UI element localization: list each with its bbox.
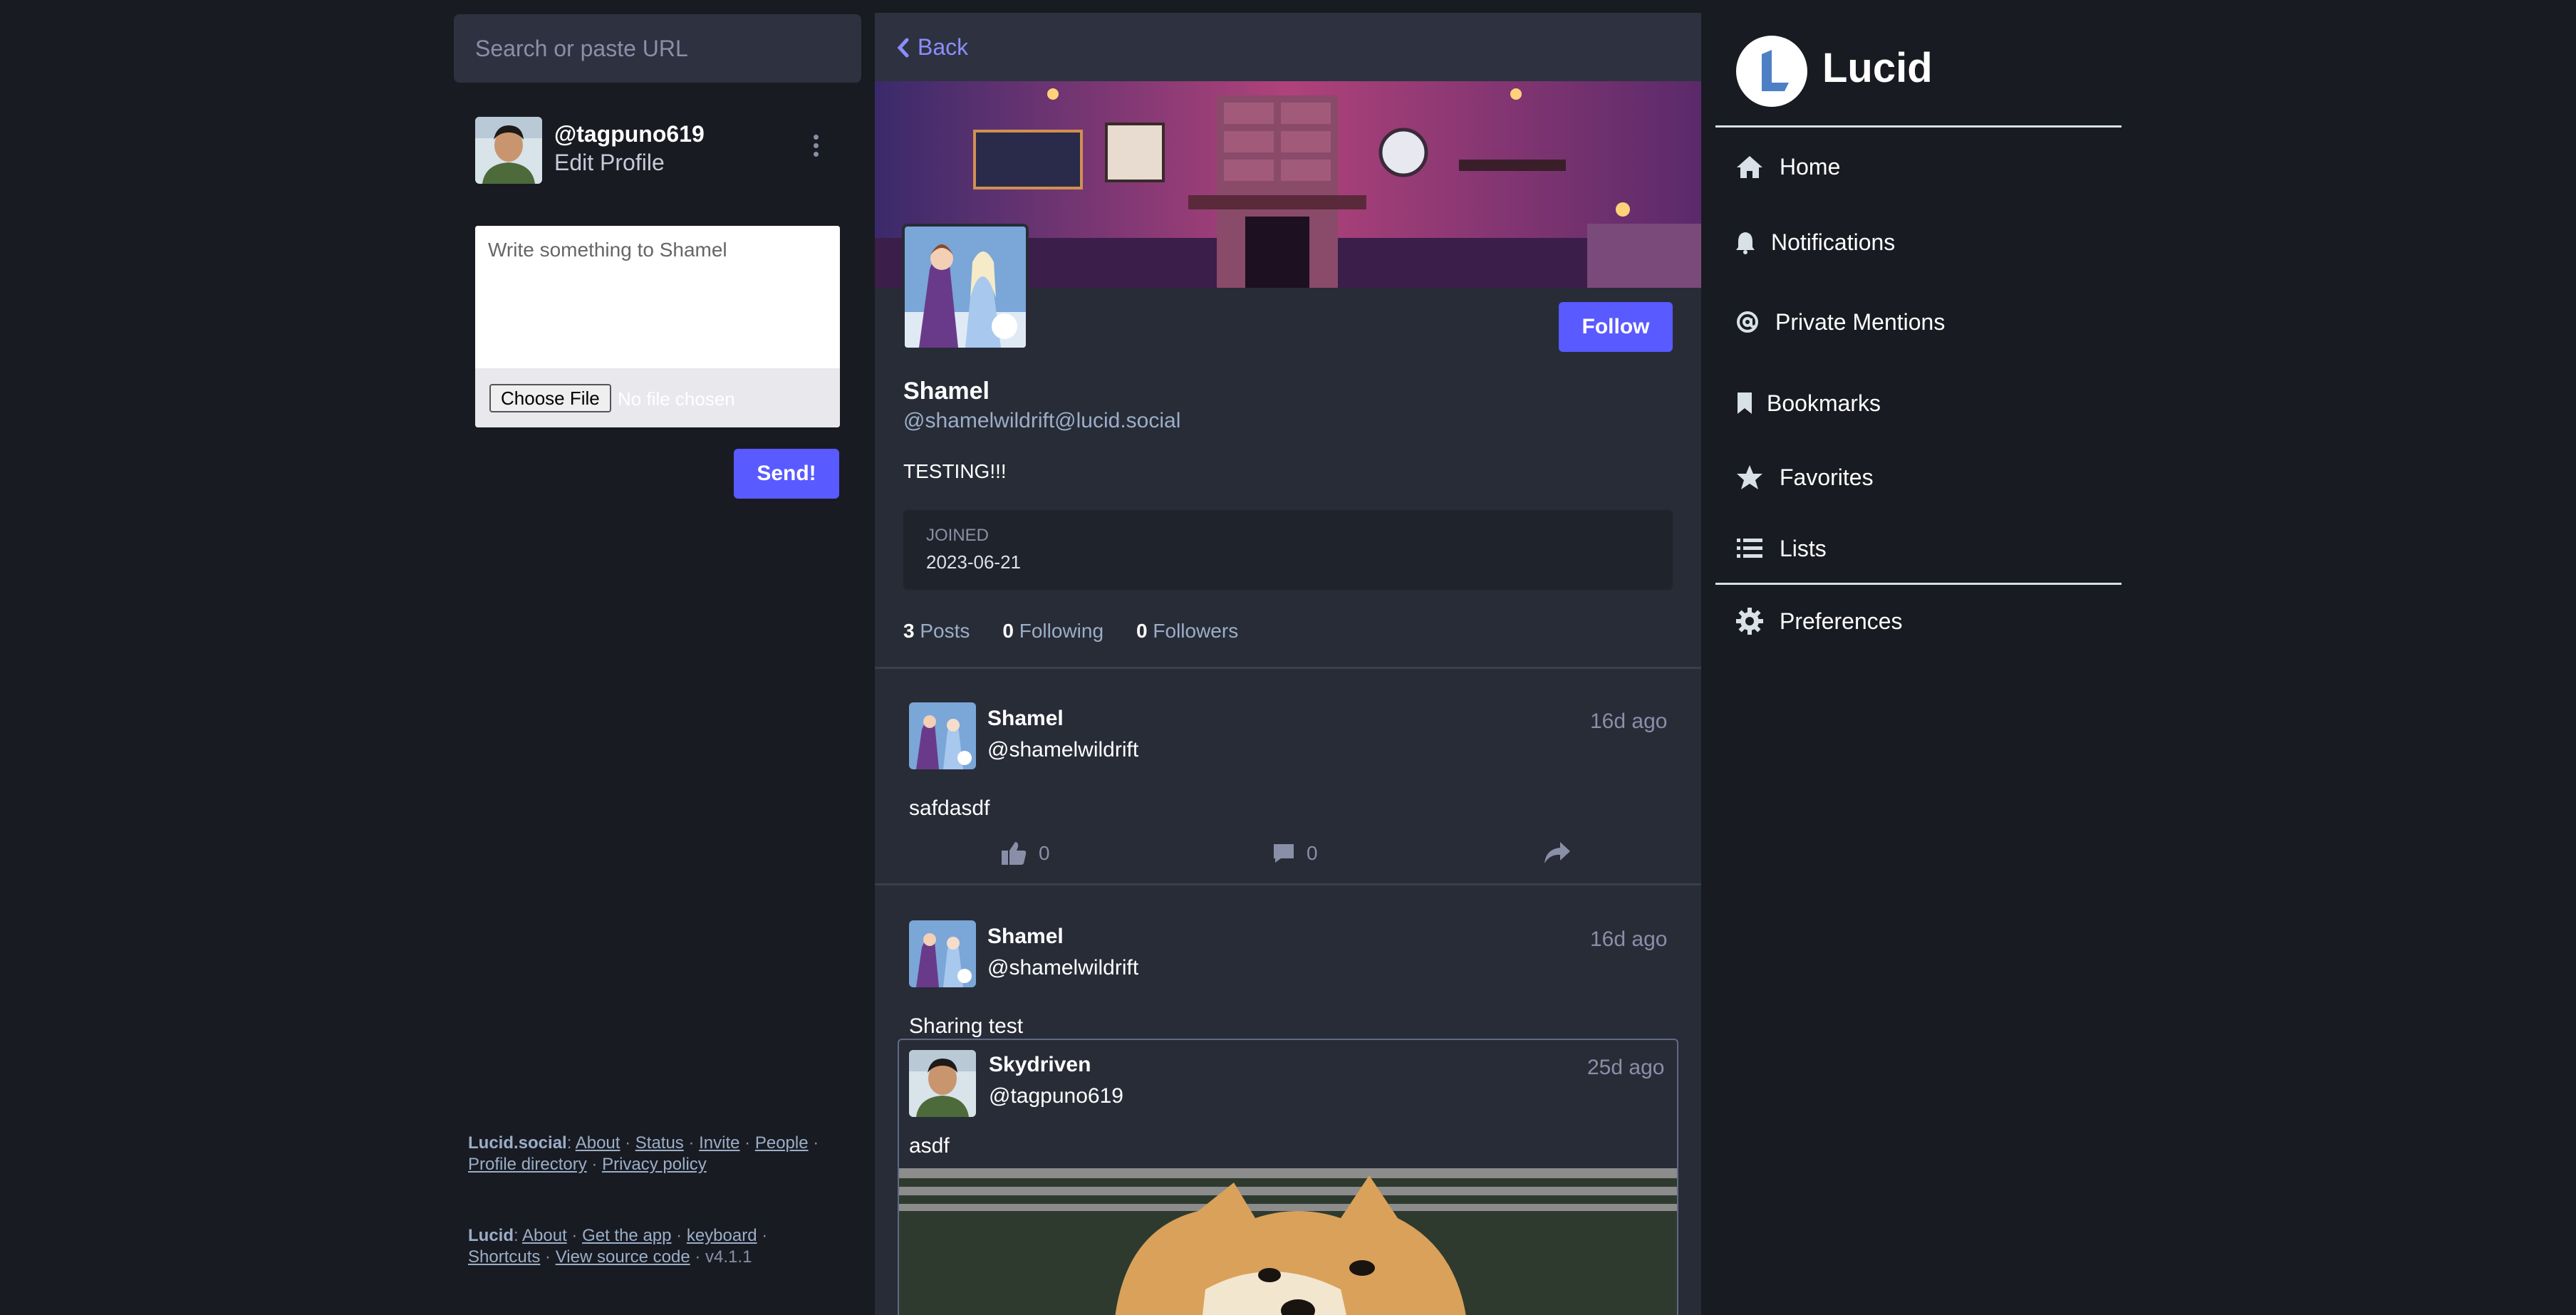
send-button[interactable]: Send!: [734, 449, 839, 499]
account-menu-button[interactable]: [805, 131, 826, 167]
footer-link-shortcuts[interactable]: Shortcuts: [468, 1247, 540, 1267]
footer-link-status[interactable]: Status: [635, 1133, 684, 1153]
nav-item-preferences[interactable]: Preferences: [1735, 607, 1903, 635]
quoted-avatar[interactable]: [909, 1050, 976, 1117]
user-handle[interactable]: @tagpuno619: [554, 121, 705, 147]
footer-link-invite[interactable]: Invite: [699, 1133, 739, 1153]
quoted-timestamp[interactable]: 25d ago: [1587, 1056, 1664, 1080]
share-icon: [1544, 842, 1570, 863]
joined-field: JOINED 2023-06-21: [903, 510, 1673, 590]
footer-link-about[interactable]: About: [576, 1133, 620, 1153]
nav-label: Preferences: [1780, 608, 1903, 634]
reply-count: 0: [1307, 842, 1318, 864]
footer-link-get-app[interactable]: Get the app: [582, 1226, 671, 1245]
nav-label: Home: [1780, 153, 1841, 180]
quoted-content: asdf: [909, 1134, 950, 1158]
nav-item-home[interactable]: Home: [1735, 152, 1840, 181]
post-avatar[interactable]: [909, 920, 976, 987]
brand-logo[interactable]: [1736, 36, 1807, 107]
stat-followers[interactable]: 0 Followers: [1136, 620, 1238, 643]
profile-account: @shamelwildrift@lucid.social: [903, 409, 1181, 432]
nav-label: Private Mentions: [1775, 308, 1946, 335]
post-timestamp[interactable]: 16d ago: [1590, 710, 1667, 734]
nav-item-notifications[interactable]: Notifications: [1735, 228, 1895, 256]
chevron-left-icon: [897, 38, 909, 57]
brand-name[interactable]: Lucid: [1822, 44, 1933, 92]
nav-item-private-mentions[interactable]: Private Mentions: [1735, 308, 1945, 336]
footer-link-people[interactable]: People: [755, 1133, 809, 1153]
thumbs-up-icon: [1002, 842, 1027, 865]
site-name: Lucid.social: [468, 1133, 567, 1153]
joined-date: 2023-06-21: [926, 551, 1021, 573]
bell-icon: [1735, 228, 1755, 256]
nav-label: Notifications: [1771, 229, 1896, 255]
post-author-name[interactable]: Shamel: [987, 925, 1064, 949]
like-button[interactable]: 0: [1000, 841, 1050, 866]
nav-divider: [1715, 583, 2121, 585]
profile-avatar[interactable]: [902, 224, 1029, 350]
nav-item-favorites[interactable]: Favorites: [1735, 463, 1874, 492]
user-avatar[interactable]: [475, 117, 542, 184]
footer-link-source-code[interactable]: View source code: [556, 1247, 690, 1267]
nav-label: Bookmarks: [1767, 390, 1881, 416]
home-icon: [1735, 152, 1764, 181]
compose-form: Choose File No file chosen: [475, 226, 840, 427]
edit-profile-link[interactable]: Edit Profile: [554, 150, 665, 176]
post-timestamp[interactable]: 16d ago: [1590, 927, 1667, 952]
like-count: 0: [1039, 842, 1050, 864]
nav-label: Favorites: [1780, 464, 1874, 490]
profile-stats: 3 Posts 0 Following 0 Followers: [903, 620, 1238, 643]
column-header: Back: [875, 13, 1701, 81]
quoted-author-name[interactable]: Skydriven: [989, 1053, 1091, 1077]
stat-posts[interactable]: 3 Posts: [903, 620, 970, 643]
search-input[interactable]: [454, 14, 861, 83]
footer-link-privacy-policy[interactable]: Privacy policy: [602, 1155, 707, 1174]
nav-divider: [1715, 125, 2121, 128]
gear-icon: [1735, 607, 1764, 635]
app-footer-links: Lucid: About · Get the app · keyboard · …: [468, 1226, 768, 1267]
divider: [875, 883, 1701, 885]
lucid-logo-icon: [1762, 50, 1789, 91]
site-footer-links: Lucid.social: About · Status · Invite · …: [468, 1133, 819, 1174]
star-icon: [1735, 463, 1764, 492]
file-status: No file chosen: [618, 388, 735, 410]
post-author-handle[interactable]: @shamelwildrift: [987, 956, 1138, 980]
profile-bio: TESTING!!!: [903, 460, 1007, 482]
media-attachment[interactable]: [899, 1168, 1677, 1315]
post-author-name[interactable]: Shamel: [987, 707, 1064, 731]
stat-following[interactable]: 0 Following: [1002, 620, 1103, 643]
footer-link-app-about[interactable]: About: [522, 1226, 567, 1245]
quoted-post[interactable]: Skydriven @tagpuno619 25d ago asdf: [898, 1039, 1678, 1315]
reply-button[interactable]: 0: [1272, 842, 1318, 865]
post-content: safdasdf: [909, 796, 990, 820]
share-button[interactable]: [1543, 841, 1572, 865]
list-icon: [1735, 534, 1764, 563]
nav-item-bookmarks[interactable]: Bookmarks: [1735, 389, 1881, 417]
comment-icon: [1274, 844, 1294, 863]
app-name: Lucid: [468, 1226, 514, 1245]
file-attach-row: Choose File No file chosen: [475, 368, 840, 427]
at-icon: [1735, 308, 1760, 336]
profile-column: Back Follow Shamel @shamelwildrift@lucid…: [875, 13, 1701, 1315]
back-button[interactable]: Back: [896, 34, 968, 61]
nav-label: Lists: [1780, 535, 1827, 561]
post-avatar[interactable]: [909, 702, 976, 769]
back-label: Back: [918, 34, 969, 60]
follow-button[interactable]: Follow: [1559, 302, 1673, 352]
choose-file-button[interactable]: Choose File: [489, 384, 611, 412]
footer-link-keyboard[interactable]: keyboard: [687, 1226, 757, 1245]
post-content: Sharing test: [909, 1014, 1024, 1038]
divider: [875, 667, 1701, 669]
post-author-handle[interactable]: @shamelwildrift: [987, 738, 1138, 762]
compose-textarea[interactable]: [475, 226, 840, 368]
bookmark-icon: [1735, 389, 1754, 417]
joined-label: JOINED: [926, 526, 990, 545]
quoted-author-handle[interactable]: @tagpuno619: [989, 1084, 1123, 1108]
footer-link-profile-directory[interactable]: Profile directory: [468, 1155, 587, 1174]
version-label: v4.1.1: [705, 1247, 752, 1267]
profile-display-name: Shamel: [903, 378, 990, 405]
nav-item-lists[interactable]: Lists: [1735, 534, 1827, 563]
kebab-icon: [805, 135, 826, 157]
